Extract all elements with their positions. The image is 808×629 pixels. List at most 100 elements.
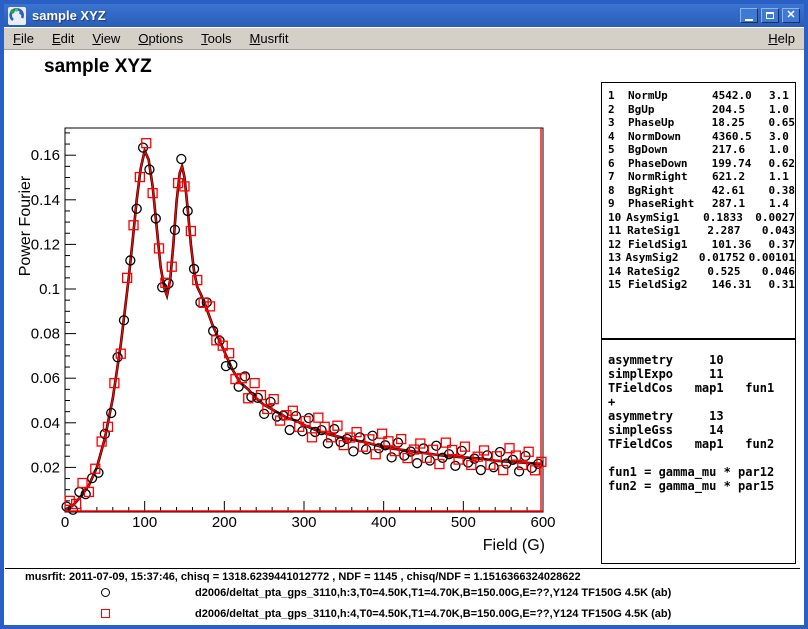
param-val: 217.6 [712,143,769,157]
y-tick-label: 0.16 [31,147,60,164]
menu-musrfit[interactable]: Musrfit [241,29,298,48]
y-tick-label: 0.1 [39,281,60,298]
param-row: 7NormRight621.21.1 [602,170,795,184]
param-val: 146.31 [712,278,769,292]
param-err: 1.0 [769,103,795,117]
maximize-icon [766,12,774,19]
param-name: BgUp [628,103,712,117]
param-row: 10AsymSig10.18330.0027 [602,211,795,225]
minimize-button[interactable] [740,8,758,23]
param-no: 8 [608,184,628,198]
param-val: 287.1 [712,197,769,211]
param-name: NormUp [628,89,712,103]
data-point-circle [349,447,358,456]
param-val: 0.1833 [703,211,755,225]
theory-line: simpleGss 14 [608,423,795,437]
param-no: 9 [608,197,628,211]
data-point-circle [285,425,294,434]
param-row: 15FieldSig2146.310.31 [602,278,795,292]
param-row: 3PhaseUp18.250.65 [602,116,795,130]
menu-view[interactable]: View [83,29,129,48]
app-window: sample XYZ ✕ File Edit View Options Tool… [0,0,808,629]
param-val: 18.25 [712,116,769,130]
data-point-square [78,479,87,488]
close-button[interactable]: ✕ [782,8,800,23]
param-val: 101.36 [712,238,769,252]
param-row: 5BgDown217.61.0 [602,143,795,157]
fit-status-text: musrfit: 2011-07-09, 15:37:46, chisq = 1… [25,571,581,583]
param-row: 2BgUp204.51.0 [602,103,795,117]
param-name: PhaseDown [628,157,712,171]
param-no: 10 [608,211,626,225]
param-err: 0.00101 [749,251,795,265]
param-row: 8BgRight42.610.38 [602,184,795,198]
y-tick-label: 0.08 [31,326,60,343]
y-tick-label: 0.12 [31,236,60,253]
x-tick-label: 100 [132,514,157,531]
param-name: BgDown [628,143,712,157]
menu-help[interactable]: Help [759,29,804,48]
data-point-circle [387,453,396,462]
legend-entry-histo4: d2006/deltat_pta_gps_3110,h:4,T0=4.50K,T… [4,607,804,621]
x-tick-label: 0 [61,514,69,531]
param-err: 1.4 [769,197,795,211]
param-err: 0.043 [762,224,795,238]
legend-entry-histo3: d2006/deltat_pta_gps_3110,h:3,T0=4.50K,T… [4,586,804,600]
y-axis-title: Power Fourier [17,175,34,276]
data-point-square [314,413,323,422]
param-name: RateSig2 [627,265,707,279]
square-marker-icon [101,609,110,618]
param-row: 12FieldSig1101.360.37 [602,238,795,252]
param-err: 3.1 [769,89,795,103]
window-title: sample XYZ [32,8,737,23]
data-point-circle [177,154,186,163]
param-no: 2 [608,103,628,117]
y-tick-label: 0.02 [31,459,60,476]
param-name: FieldSig1 [628,238,712,252]
footer-separator [5,568,800,569]
param-no: 1 [608,89,628,103]
param-no: 7 [608,170,628,184]
param-name: RateSig1 [627,224,707,238]
param-val: 204.5 [712,103,769,117]
data-point-circle [323,439,332,448]
legend-label-histo3: d2006/deltat_pta_gps_3110,h:3,T0=4.50K,T… [195,587,671,599]
data-point-circle [368,431,377,440]
data-point-circle [425,456,434,465]
param-val: 0.525 [707,265,761,279]
title-bar[interactable]: sample XYZ ✕ [4,4,804,27]
x-tick-label: 200 [212,514,237,531]
data-point-circle [413,459,422,468]
maximize-button[interactable] [761,8,779,23]
param-name: NormRight [628,170,712,184]
param-err: 0.31 [769,278,796,292]
x-axis-title: Field (G) [483,537,545,554]
param-no: 13 [608,251,625,265]
param-row: 11RateSig12.2870.043 [602,224,795,238]
menu-options[interactable]: Options [129,29,192,48]
param-row: 13AsymSig20.017520.00101 [602,251,795,265]
param-val: 4542.0 [712,89,769,103]
param-val: 42.61 [712,184,769,198]
param-name: AsymSig2 [625,251,698,265]
param-val: 199.74 [712,157,769,171]
param-row: 1NormUp4542.03.1 [602,89,795,103]
theory-line: TFieldCos map1 fun2 [608,437,795,451]
param-no: 4 [608,130,628,144]
theory-line [608,451,795,465]
param-err: 0.65 [769,116,796,130]
root-canvas[interactable]: 01002003004005006000.020.040.060.080.10.… [4,50,804,625]
menu-file[interactable]: File [4,29,43,48]
param-val: 621.2 [712,170,769,184]
theory-line: TFieldCos map1 fun1 [608,381,795,395]
y-tick-label: 0.14 [31,192,60,209]
param-row: 4NormDown4360.53.0 [602,130,795,144]
param-err: 3.0 [769,130,795,144]
plot-frame [65,128,543,512]
circle-marker-icon [101,588,110,597]
menu-tools[interactable]: Tools [192,29,240,48]
param-no: 11 [608,224,627,238]
menu-edit[interactable]: Edit [43,29,83,48]
param-name: PhaseRight [628,197,712,211]
param-row: 6PhaseDown199.740.62 [602,157,795,171]
